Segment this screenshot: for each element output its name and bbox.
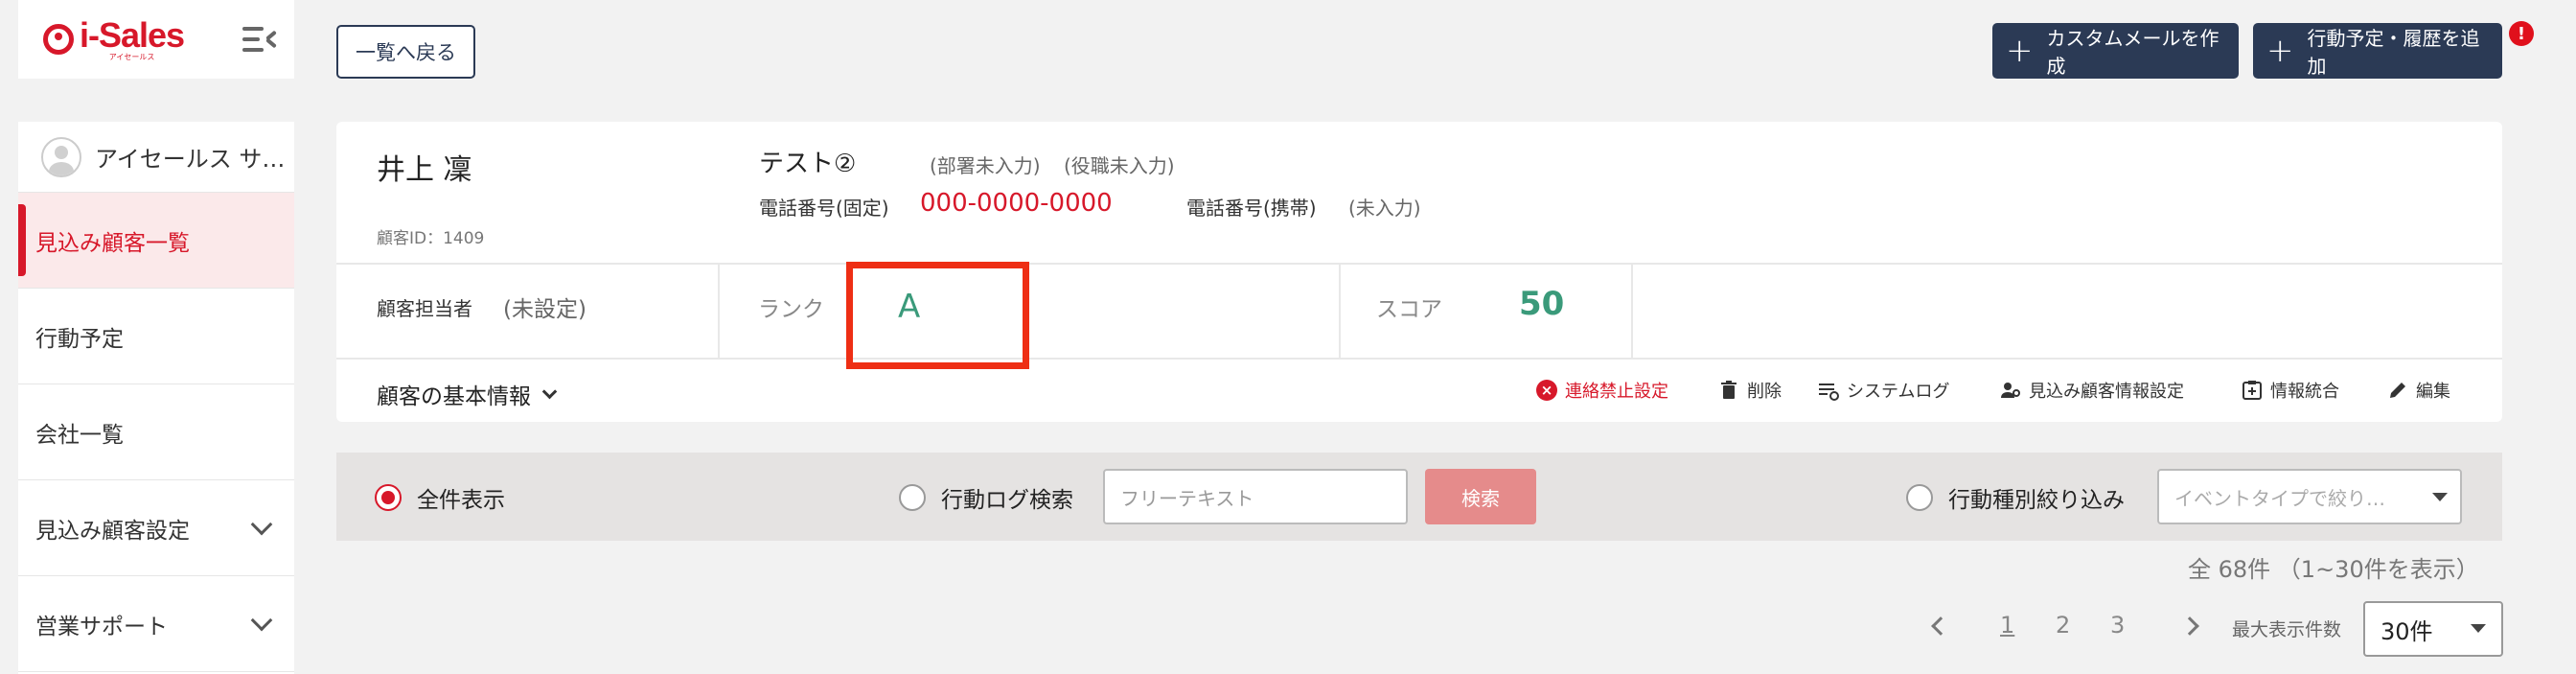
create-custom-mail-label: カスタムメールを作成 [2046,27,2220,78]
page-2[interactable]: 2 [2056,612,2070,639]
mobile-value: (未入力) [1348,197,1421,220]
divider [1631,264,1633,358]
caret-down-icon [2471,624,2486,633]
free-text-input[interactable]: フリーテキスト [1103,469,1408,524]
radio-log-search-label: 行動ログ検索 [941,488,1073,513]
basic-info-toggle[interactable]: 顧客の基本情報 [377,378,558,410]
sidebar-item-companies[interactable]: 会社一覧 [18,384,294,480]
search-button[interactable]: 検索 [1425,469,1536,524]
chevron-down-icon [250,513,273,535]
score-label: スコア [1376,297,1442,322]
plus-icon: + [2006,32,2034,70]
user-name: アイセールス サ… [95,146,286,173]
add-action-button[interactable]: + 行動予定・履歴を追加 [2253,23,2502,79]
sidebar-item-label: 行動予定 [35,326,124,352]
system-log-button[interactable]: システムログ [1818,378,1949,403]
edit-label: 編集 [2416,382,2450,402]
plus-icon: + [2266,32,2294,70]
delete-label: 削除 [1747,382,1782,402]
chevron-down-icon [250,609,273,631]
add-action-label: 行動予定・履歴を追加 [2307,27,2480,78]
radio-show-all[interactable]: 全件表示 [375,481,505,514]
sidebar-item-prospects[interactable]: 見込み顧客一覧 [18,193,294,289]
radio-button[interactable] [899,484,926,511]
divider [336,263,2502,265]
close-circle-icon: × [1536,380,1557,401]
prospect-settings-button[interactable]: 見込み顧客情報設定 [2000,378,2184,403]
tel-label: 電話番号(固定) [759,197,889,220]
logo-header: i-Sales アイセールス [18,0,294,79]
per-page-value: 30件 [2380,617,2433,645]
divider [336,358,2502,360]
log-list-area [336,541,2502,674]
page-3[interactable]: 3 [2110,612,2125,639]
event-type-placeholder: イベントタイプで絞り… [2174,486,2385,510]
customer-id: 顧客ID：1409 [377,229,485,248]
customer-name: 井上 凜 [377,153,472,187]
user-settings-icon [2001,383,2020,398]
merge-icon [2242,381,2262,400]
prospect-settings-label: 見込み顧客情報設定 [2029,382,2184,402]
delete-button[interactable]: 削除 [1718,378,1782,403]
brand-subtitle: アイセールス [108,52,155,61]
system-log-label: システムログ [1847,382,1950,402]
sidebar-item-sales-support[interactable]: 営業サポート [18,576,294,672]
sidebar-item-label: 営業サポート [35,614,168,639]
trash-icon [1721,381,1736,399]
no-contact-label: 連絡禁止設定 [1565,382,1668,402]
result-count: 全 68件 （1~30件を表示） [2188,556,2479,583]
divider [718,264,720,358]
event-type-select[interactable]: イベントタイプで絞り… [2157,469,2462,524]
caret-down-icon [2432,493,2448,501]
radio-button[interactable] [1906,484,1933,511]
basic-info-label: 顧客の基本情報 [377,384,531,409]
chevron-down-icon [541,383,558,399]
sidebar-item-schedule[interactable]: 行動予定 [18,289,294,384]
radio-type-filter[interactable]: 行動種別絞り込み [1906,481,2125,514]
owner-value[interactable]: (未設定) [503,291,586,323]
sidebar-item-prospect-settings[interactable]: 見込み顧客設定 [18,480,294,576]
rank-label: ランク [758,297,824,322]
divider [1339,264,1341,358]
pencil-icon [2390,383,2405,398]
list-settings-icon [1819,383,1839,401]
alert-badge[interactable]: ! [2509,21,2534,46]
radio-type-filter-label: 行動種別絞り込み [1948,488,2125,513]
owner-label: 顧客担当者 [377,297,472,320]
tel-value[interactable]: 000-0000-0000 [920,189,1113,218]
mobile-label: 電話番号(携帯) [1186,197,1317,220]
position: (役職未入力) [1064,154,1175,177]
score-value: 50 [1519,285,1565,323]
page-1[interactable]: 1 [2000,612,2014,639]
sidebar: アイセールス サ… 見込み顧客一覧 行動予定 会社一覧 見込み顧客設定 営業サポ… [18,122,294,674]
company-name[interactable]: テスト② [759,144,856,179]
department: (部署未入力) [930,154,1041,177]
sidebar-item-label: 見込み顧客設定 [35,518,190,544]
radio-log-search[interactable]: 行動ログ検索 [899,481,1073,514]
max-display-label: 最大表示件数 [2232,619,2342,640]
logo-mark-icon [43,24,74,55]
merge-info-button[interactable]: 情報統合 [2242,378,2339,403]
no-contact-setting-button[interactable]: × 連絡禁止設定 [1536,378,1668,403]
highlight-box [846,262,1029,369]
avatar-icon [41,136,81,177]
brand-name: i-Sales [80,14,185,55]
brand-logo[interactable]: i-Sales アイセールス [43,14,185,61]
radio-show-all-label: 全件表示 [417,488,505,513]
edit-button[interactable]: 編集 [2387,378,2450,403]
menu-collapse-icon[interactable] [242,25,277,54]
create-custom-mail-button[interactable]: + カスタムメールを作成 [1992,23,2239,79]
back-to-list-button[interactable]: 一覧へ戻る [336,25,475,79]
sidebar-item-label: 見込み顧客一覧 [35,230,190,256]
sidebar-item-label: 会社一覧 [35,422,124,448]
radio-button[interactable] [375,484,402,511]
merge-label: 情報統合 [2270,382,2339,402]
user-menu[interactable]: アイセールス サ… [18,122,294,193]
